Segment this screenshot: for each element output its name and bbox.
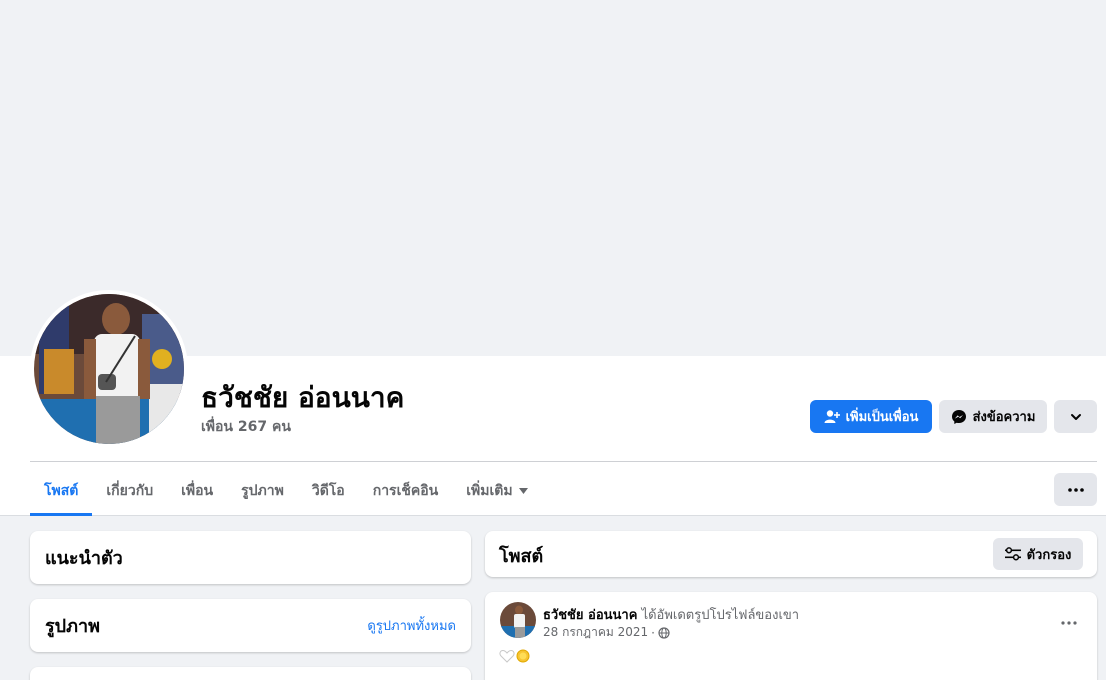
post-options-button[interactable]	[1061, 610, 1077, 629]
profile-picture-frame[interactable]	[30, 290, 188, 448]
post-meta-separator: ·	[651, 625, 655, 640]
intro-title: แนะนำตัว	[45, 548, 123, 569]
header-divider	[30, 461, 1097, 462]
tab-label: วิดีโอ	[311, 483, 345, 499]
intro-card: แนะนำตัว	[30, 531, 471, 584]
filter-button[interactable]: ตัวกรอง	[993, 538, 1083, 570]
post-action-text: ได้อัพเดตรูปโปรไฟล์ของเขา	[641, 608, 800, 623]
profile-name: ธวัชชัย อ่อนนาค	[201, 381, 405, 414]
tab-posts[interactable]: โพสต์	[30, 466, 93, 516]
tab-label: การเช็คอิน	[372, 483, 439, 499]
photos-card: รูปภาพ ดูรูปภาพทั้งหมด	[30, 599, 471, 652]
add-friend-button[interactable]: เพิ่มเป็นเพื่อน	[810, 400, 932, 433]
tab-about[interactable]: เกี่ยวกับ	[92, 466, 167, 516]
photos-title: รูปภาพ	[45, 616, 100, 637]
tab-videos[interactable]: วิดีโอ	[298, 466, 359, 516]
tab-more[interactable]: เพิ่มเติม	[452, 466, 541, 516]
add-friend-label: เพิ่มเป็นเพื่อน	[845, 410, 919, 425]
ellipsis-icon	[1067, 487, 1084, 492]
caret-down-icon	[518, 488, 528, 494]
post-author-name[interactable]: ธวัชชัย อ่อนนาค	[543, 608, 637, 623]
filter-label: ตัวกรอง	[1026, 547, 1072, 563]
add-friend-icon	[824, 409, 840, 423]
message-button[interactable]: ส่งข้อความ	[939, 400, 1047, 433]
posts-header-card: โพสต์ ตัวกรอง	[485, 531, 1097, 577]
post-header-line: ธวัชชัย อ่อนนาค ได้อัพเดตรูปโปรไฟล์ของเข…	[543, 604, 799, 625]
post-avatar-image	[500, 602, 536, 638]
tab-label: เพื่อน	[181, 483, 214, 499]
friend-count[interactable]: เพื่อน 267 คน	[201, 416, 291, 438]
post-author-avatar[interactable]	[500, 602, 536, 638]
tab-photos[interactable]: รูปภาพ	[227, 466, 298, 516]
tab-label: เกี่ยวกับ	[106, 483, 154, 499]
tab-label: โพสต์	[44, 483, 79, 499]
profile-picture[interactable]	[34, 294, 184, 444]
tabs-more-button[interactable]	[1054, 473, 1097, 506]
tab-checkins[interactable]: การเช็คอิน	[359, 466, 453, 516]
chevron-down-icon	[1070, 413, 1081, 420]
tab-label: เพิ่มเติม	[466, 483, 513, 499]
ellipsis-icon	[1061, 621, 1077, 625]
message-label: ส่งข้อความ	[972, 410, 1036, 425]
more-actions-button[interactable]	[1054, 400, 1097, 433]
tab-label: รูปภาพ	[241, 483, 284, 499]
post-emoji-content	[499, 648, 531, 664]
cover-photo[interactable]	[0, 0, 1106, 356]
see-all-photos-link[interactable]: ดูรูปภาพทั้งหมด	[367, 615, 456, 636]
profile-tabs: โพสต์ เกี่ยวกับ เพื่อน รูปภาพ วิดีโอ การ…	[30, 466, 542, 516]
friends-card	[30, 667, 471, 680]
filter-sliders-icon	[1004, 547, 1021, 561]
white-heart-icon	[499, 649, 515, 663]
messenger-icon	[951, 409, 966, 424]
tab-friends[interactable]: เพื่อน	[167, 466, 227, 516]
profile-photo-image	[34, 294, 184, 444]
post-meta: 28 กรกฎาคม 2021 ·	[543, 623, 670, 642]
sun-icon	[516, 649, 530, 663]
post-date[interactable]: 28 กรกฎาคม 2021	[543, 623, 648, 642]
posts-title: โพสต์	[499, 546, 544, 567]
globe-icon	[658, 626, 670, 639]
post-card: ธวัชชัย อ่อนนาค ได้อัพเดตรูปโปรไฟล์ของเข…	[485, 592, 1097, 680]
